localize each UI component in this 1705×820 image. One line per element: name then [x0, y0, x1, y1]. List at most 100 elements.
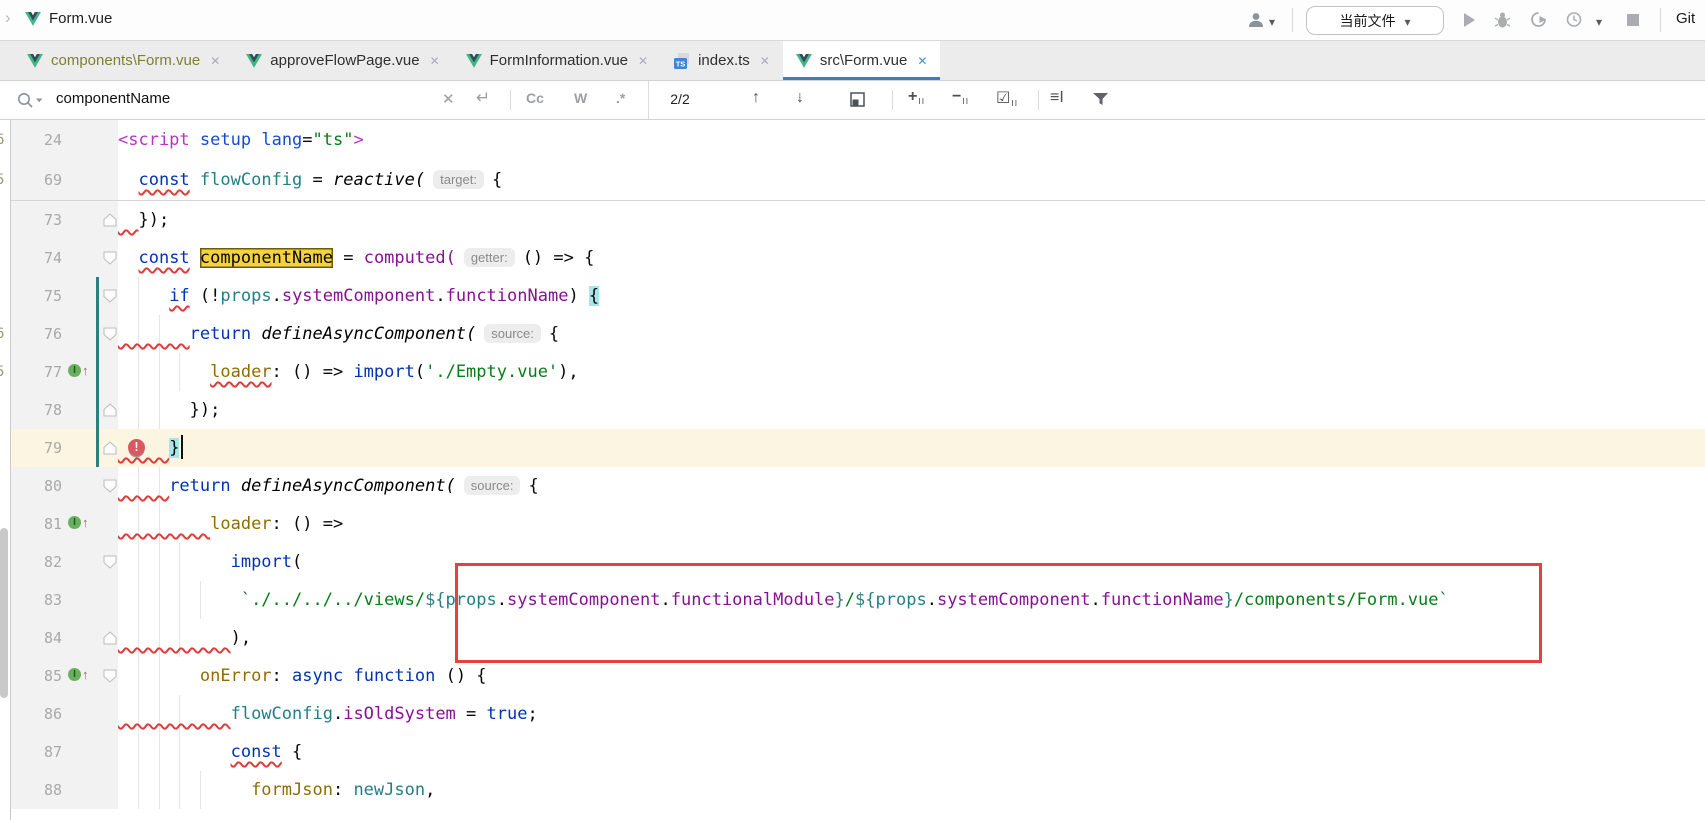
search-input[interactable]: componentName	[56, 90, 170, 107]
code-token	[118, 170, 138, 190]
code-line-86[interactable]: flowConfig.isOldSystem = true;	[118, 695, 1705, 733]
code-token: {	[549, 324, 559, 344]
implementation-gutter-icon[interactable]: I↑	[68, 668, 89, 686]
tab-close-icon[interactable]: ✕	[917, 54, 927, 68]
clear-search-icon[interactable]: ✕	[442, 90, 455, 108]
tab-approveflowpage-vue[interactable]: approveFlowPage.vue✕	[233, 41, 452, 80]
regex-toggle[interactable]: .*	[616, 90, 625, 106]
previous-match-icon[interactable]: ↑	[752, 89, 760, 107]
git-branch-widget[interactable]: Git	[1676, 10, 1695, 27]
fold-marker-icon[interactable]	[103, 441, 117, 460]
code-line-78[interactable]: });	[118, 391, 1705, 429]
run-with-coverage-icon[interactable]	[1530, 11, 1548, 33]
code-token: systemComponent	[282, 286, 436, 306]
code-token: .	[435, 286, 445, 306]
editor-row: 69 const flowConfig = reactive(target:{	[0, 160, 1705, 200]
adjacent-scrollbar-fragment	[0, 528, 8, 698]
tab-forminformation-vue[interactable]: FormInformation.vue✕	[453, 41, 661, 80]
code-token: .	[497, 590, 507, 610]
code-line-24[interactable]: <script setup lang="ts">	[118, 120, 1705, 160]
gutter: 78	[0, 391, 118, 429]
error-intention-bulb-icon[interactable]: !	[128, 439, 145, 456]
code-line-73[interactable]: });	[118, 201, 1705, 239]
fold-marker-icon[interactable]	[103, 403, 117, 422]
words-toggle[interactable]: W	[574, 90, 587, 106]
code-token: () => {	[523, 248, 595, 268]
profiler-caret-icon[interactable]	[1596, 13, 1602, 31]
code-token	[118, 704, 231, 724]
code-line-85[interactable]: onError: async function () {	[118, 657, 1705, 695]
implementation-gutter-icon[interactable]: I↑	[68, 516, 89, 534]
code-token: true	[487, 704, 528, 724]
tab-components-form-vue[interactable]: components\Form.vue✕	[14, 41, 233, 80]
fold-marker-icon[interactable]	[103, 669, 117, 688]
fold-marker-icon[interactable]	[103, 327, 117, 346]
add-occurrence-icon[interactable]: +II	[908, 88, 925, 106]
code-token: .	[1090, 590, 1100, 610]
code-token	[231, 476, 241, 496]
code-line-87[interactable]: const {	[118, 733, 1705, 771]
debug-icon[interactable]	[1494, 11, 1511, 34]
fold-marker-icon[interactable]	[103, 555, 117, 574]
tab-index-ts[interactable]: TSindex.ts✕	[661, 41, 783, 80]
stop-icon[interactable]	[1626, 13, 1640, 32]
tab-close-icon[interactable]: ✕	[210, 54, 220, 68]
newline-icon[interactable]: ↵	[476, 88, 490, 108]
toolbar-divider	[1292, 8, 1293, 32]
tab-close-icon[interactable]: ✕	[430, 54, 440, 68]
code-token: systemComponent	[937, 590, 1091, 610]
code-line-79[interactable]: ! }	[118, 429, 1705, 467]
search-options-icon[interactable]: ≡I	[1050, 89, 1064, 107]
tab-bar: components\Form.vue✕approveFlowPage.vue✕…	[0, 41, 1705, 81]
code-line-84[interactable]: ),	[118, 619, 1705, 657]
code-line-69[interactable]: const flowConfig = reactive(target:{	[118, 160, 1705, 200]
search-in-selection-icon[interactable]	[850, 92, 866, 108]
code-token	[343, 666, 353, 686]
search-icon[interactable]	[16, 91, 46, 113]
user-account-icon[interactable]	[1246, 11, 1266, 34]
code-line-77[interactable]: loader: () => import('./Empty.vue'),	[118, 353, 1705, 391]
implementation-gutter-icon[interactable]: I↑	[68, 364, 89, 382]
fold-marker-icon[interactable]	[103, 289, 117, 308]
filter-icon[interactable]	[1092, 92, 1109, 107]
code-line-81[interactable]: loader: () =>	[118, 505, 1705, 543]
code-line-83[interactable]: `./../../../views/${props.systemComponen…	[118, 581, 1705, 619]
fold-marker-icon[interactable]	[103, 251, 117, 270]
vue-icon	[466, 54, 482, 68]
code-token: =	[302, 170, 333, 190]
fold-marker-icon[interactable]	[103, 631, 117, 650]
code-line-88[interactable]: formJson: newJson,	[118, 771, 1705, 809]
ide-window: › Form.vue 当前文件 Git components	[0, 0, 1705, 820]
run-icon[interactable]	[1462, 12, 1476, 33]
fold-marker-icon[interactable]	[103, 213, 117, 232]
user-dropdown-caret-icon[interactable]	[1269, 13, 1275, 31]
code-token: onError	[200, 666, 272, 686]
code-line-80[interactable]: return defineAsyncComponent(source:{	[118, 467, 1705, 505]
sticky-lines: 24<script setup lang="ts">69 const flowC…	[0, 120, 1705, 201]
code-line-82[interactable]: import(	[118, 543, 1705, 581]
match-case-toggle[interactable]: Cc	[526, 90, 544, 106]
gutter: 73	[0, 201, 118, 239]
editor-row: 82 import(	[0, 543, 1705, 581]
code-token: ,	[425, 780, 435, 800]
code-token: systemComponent	[507, 590, 661, 610]
code-line-74[interactable]: const componentName = computed(getter:()…	[118, 239, 1705, 277]
editor-row: 75 if (!props.systemComponent.functionNa…	[0, 277, 1705, 315]
remove-occurrence-icon[interactable]: −II	[952, 88, 969, 106]
tab-close-icon[interactable]: ✕	[760, 54, 770, 68]
code-line-76[interactable]: return defineAsyncComponent(source:{	[118, 315, 1705, 353]
code-token: defineAsyncComponent(	[261, 324, 476, 344]
breadcrumb-chevron-icon[interactable]: ›	[5, 8, 11, 28]
tab-src-form-vue[interactable]: src\Form.vue✕	[783, 41, 941, 80]
code-area[interactable]: 73 });74 const componentName = computed(…	[0, 201, 1705, 809]
editor[interactable]: 24<script setup lang="ts">69 const flowC…	[0, 120, 1705, 820]
next-match-icon[interactable]: ↓	[796, 89, 804, 107]
tab-close-icon[interactable]: ✕	[638, 54, 648, 68]
fold-marker-icon[interactable]	[103, 479, 117, 498]
profiler-icon[interactable]	[1566, 11, 1583, 33]
code-token: : () =>	[272, 514, 344, 534]
code-token: ),	[558, 362, 578, 382]
select-all-occurrences-icon[interactable]: ☑II	[996, 88, 1018, 108]
code-line-75[interactable]: if (!props.systemComponent.functionName)…	[118, 277, 1705, 315]
run-configuration-select[interactable]: 当前文件	[1306, 6, 1444, 35]
